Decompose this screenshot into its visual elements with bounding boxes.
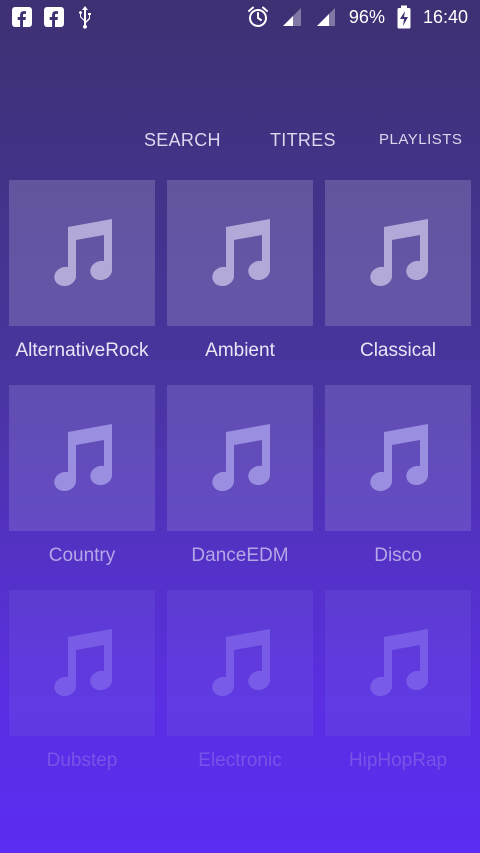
music-note-icon — [54, 424, 112, 492]
genre-tile[interactable] — [167, 180, 313, 326]
genre-label: HipHopRap — [348, 750, 448, 771]
music-note-icon — [212, 219, 270, 287]
genre-tile[interactable] — [325, 180, 471, 326]
genre-label: Dubstep — [46, 750, 118, 771]
genre-item-ambient[interactable]: Ambient — [167, 180, 313, 362]
genre-label: Classical — [359, 340, 437, 361]
genre-tile[interactable] — [325, 590, 471, 736]
genre-label: Disco — [374, 545, 422, 566]
music-note-icon — [54, 629, 112, 697]
genre-label: AlternativeRock — [15, 340, 149, 361]
genre-item-disco[interactable]: Disco — [325, 385, 471, 567]
music-note-icon — [370, 424, 428, 492]
genre-tile[interactable] — [167, 590, 313, 736]
genre-label: Country — [48, 545, 116, 566]
music-note-icon — [370, 629, 428, 697]
genre-item-dubstep[interactable]: Dubstep — [9, 590, 155, 772]
genre-item-alternativerock[interactable]: AlternativeRock — [9, 180, 155, 362]
genre-item-electronic[interactable]: Electronic — [167, 590, 313, 772]
genre-item-danceedm[interactable]: DanceEDM — [167, 385, 313, 567]
music-note-icon — [212, 424, 270, 492]
genre-tile[interactable] — [325, 385, 471, 531]
genre-item-country[interactable]: Country — [9, 385, 155, 567]
music-note-icon — [54, 219, 112, 287]
music-note-icon — [370, 219, 428, 287]
genre-label: Electronic — [198, 750, 282, 771]
genre-item-classical[interactable]: Classical — [325, 180, 471, 362]
genre-item-hiphoprap[interactable]: HipHopRap — [325, 590, 471, 772]
genre-label: DanceEDM — [191, 545, 289, 566]
music-note-icon — [212, 629, 270, 697]
genre-grid: AlternativeRock Ambient Classical Countr… — [0, 0, 480, 853]
genre-tile[interactable] — [167, 385, 313, 531]
genre-tile[interactable] — [9, 180, 155, 326]
genre-label: Ambient — [205, 340, 275, 361]
genre-tile[interactable] — [9, 385, 155, 531]
genre-tile[interactable] — [9, 590, 155, 736]
